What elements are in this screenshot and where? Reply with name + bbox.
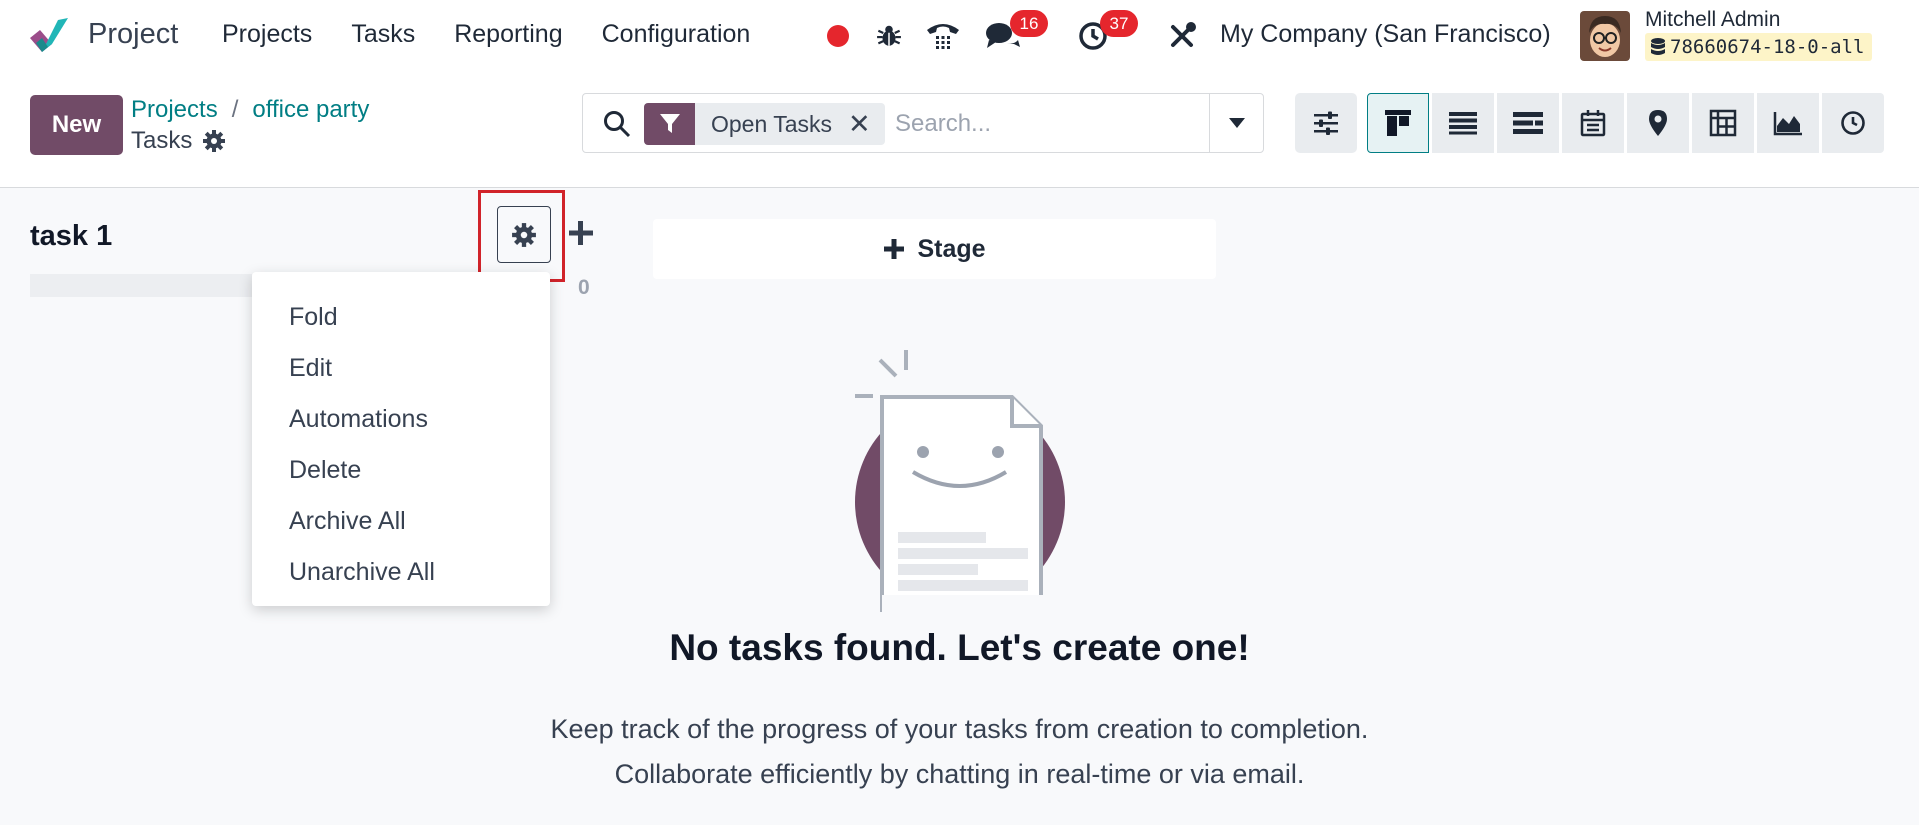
filter-facet-icon-wrap <box>644 103 695 145</box>
breadcrumb-current: Tasks <box>131 127 226 155</box>
highlight-annotation-box <box>478 190 565 282</box>
search-input[interactable] <box>895 106 1185 142</box>
search-icon <box>604 111 631 138</box>
filter-facet-label-wrap: Open Tasks ✕ <box>695 103 885 145</box>
empty-state-title: No tasks found. Let's create one! <box>669 627 1250 668</box>
search-bar: Open Tasks ✕ <box>582 93 1264 153</box>
settings-tools-button[interactable] <box>1164 16 1200 56</box>
user-name[interactable]: Mitchell Admin <box>1645 8 1780 32</box>
filter-panel-toggle[interactable] <box>1295 93 1357 153</box>
column-config-dropdown: Fold Edit Automations Delete Archive All… <box>252 272 550 606</box>
clock-icon <box>1841 111 1865 135</box>
phone-icon <box>927 24 959 49</box>
add-stage-label: Stage <box>917 234 986 263</box>
activity-view-button[interactable] <box>1822 93 1884 153</box>
project-app-logo-icon[interactable] <box>28 16 70 56</box>
gantt-view-button[interactable] <box>1497 93 1559 153</box>
new-button[interactable]: New <box>30 95 123 155</box>
breadcrumb: Projects / office party <box>131 96 369 124</box>
remove-facet-icon[interactable]: ✕ <box>848 109 871 140</box>
menu-tasks[interactable]: Tasks <box>351 20 415 49</box>
menu-projects[interactable]: Projects <box>222 20 312 49</box>
activities-count-badge: 37 <box>1100 10 1138 37</box>
breadcrumb-separator: / <box>231 96 239 123</box>
company-switcher[interactable]: My Company (San Francisco) <box>1220 20 1551 49</box>
empty-state-line-1: Keep track of the progress of your tasks… <box>550 714 1369 744</box>
menu-item-fold[interactable]: Fold <box>252 292 550 343</box>
search-options-toggle[interactable] <box>1209 94 1263 152</box>
activities-button[interactable]: 37 <box>1074 10 1138 56</box>
kanban-icon <box>1385 110 1411 136</box>
database-name: 78660674-18-0-all <box>1670 36 1865 58</box>
kanban-column-title[interactable]: task 1 <box>30 220 112 253</box>
menu-reporting[interactable]: Reporting <box>454 20 562 49</box>
calendar-icon <box>1580 110 1606 137</box>
user-avatar[interactable] <box>1580 11 1630 61</box>
kanban-column-count: 0 <box>578 276 590 299</box>
tools-icon <box>1171 22 1196 47</box>
empty-state-line-2: Collaborate efficiently by chatting in r… <box>614 759 1305 789</box>
map-pin-icon <box>1649 110 1667 136</box>
pivot-view-button[interactable] <box>1692 93 1754 153</box>
record-dot-icon <box>827 25 849 47</box>
graph-view-button[interactable] <box>1757 93 1819 153</box>
top-navbar: Project Projects Tasks Reporting Configu… <box>0 0 1919 72</box>
app-name[interactable]: Project <box>88 18 178 51</box>
calendar-view-button[interactable] <box>1562 93 1624 153</box>
control-panel: New Projects / office party Tasks Open Ta <box>0 72 1919 188</box>
kanban-view-button[interactable] <box>1367 93 1429 153</box>
bug-icon <box>877 25 901 46</box>
filter-facet-label: Open Tasks <box>711 110 833 137</box>
menu-item-automations[interactable]: Automations <box>252 394 550 445</box>
database-tag: 78660674-18-0-all <box>1645 33 1873 61</box>
view-switcher <box>1295 93 1884 153</box>
database-icon <box>1651 38 1665 55</box>
gantt-icon <box>1513 112 1543 134</box>
voip-button[interactable] <box>922 16 964 56</box>
kanban-column-progressbar <box>30 274 252 297</box>
empty-tasks-illustration-icon <box>855 350 1065 612</box>
menu-configuration[interactable]: Configuration <box>602 20 751 49</box>
breadcrumb-project[interactable]: office party <box>252 96 369 123</box>
pivot-table-icon <box>1709 109 1737 137</box>
menu-item-edit[interactable]: Edit <box>252 343 550 394</box>
menu-item-archive-all[interactable]: Archive All <box>252 496 550 547</box>
list-icon <box>1449 112 1477 135</box>
debug-button[interactable] <box>872 16 906 56</box>
list-view-button[interactable] <box>1432 93 1494 153</box>
messages-button[interactable]: 16 <box>984 10 1048 56</box>
area-chart-icon <box>1773 112 1802 136</box>
breadcrumb-projects[interactable]: Projects <box>131 96 218 123</box>
map-view-button[interactable] <box>1627 93 1689 153</box>
filter-icon <box>659 114 680 133</box>
gear-icon[interactable] <box>202 129 226 153</box>
messages-count-badge: 16 <box>1010 10 1048 37</box>
search-facet: Open Tasks ✕ <box>644 103 885 145</box>
page-title: Tasks <box>131 127 193 154</box>
plus-icon <box>884 239 905 259</box>
menu-item-delete[interactable]: Delete <box>252 445 550 496</box>
main-menu: Projects Tasks Reporting Configuration <box>222 20 750 49</box>
recording-indicator[interactable] <box>823 16 853 56</box>
quick-create-plus-icon[interactable] <box>566 218 596 248</box>
caret-down-icon <box>1228 118 1245 128</box>
add-stage-button[interactable]: Stage <box>653 219 1216 279</box>
sliders-icon <box>1314 111 1338 135</box>
menu-item-unarchive-all[interactable]: Unarchive All <box>252 547 550 598</box>
